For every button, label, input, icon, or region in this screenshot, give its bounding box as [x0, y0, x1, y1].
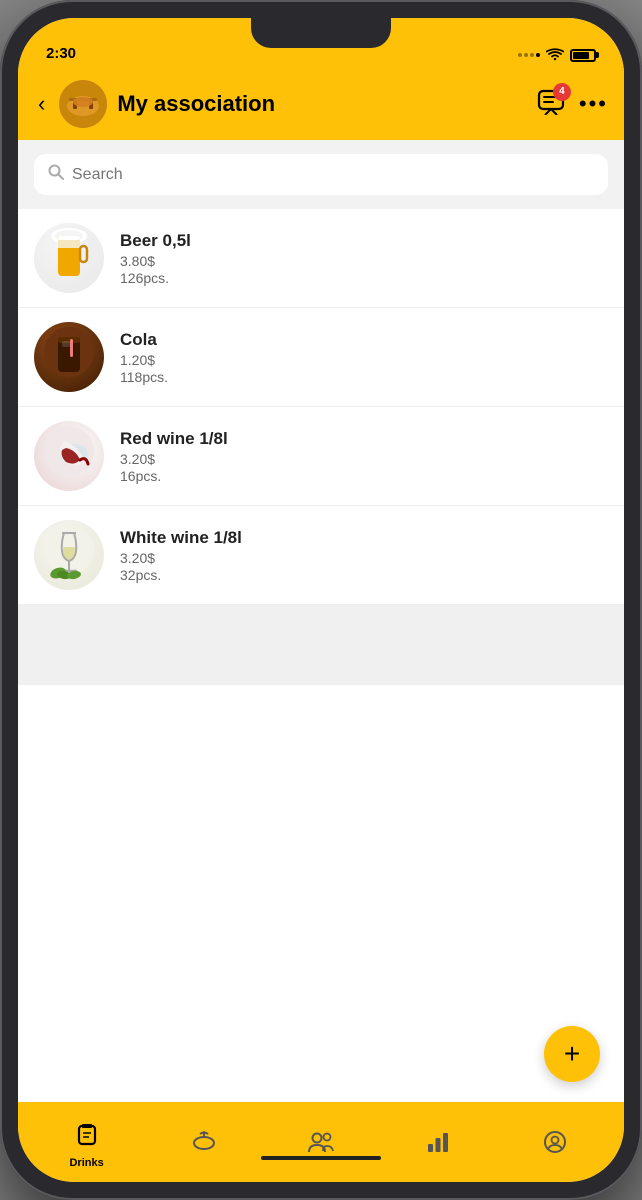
item-info-beer: Beer 0,5l 3.80$ 126pcs. [120, 231, 608, 286]
list-item[interactable]: White wine 1/8l 3.20$ 32pcs. [18, 506, 624, 605]
search-container [18, 140, 624, 209]
avatar-image [59, 80, 107, 128]
status-time: 2:30 [46, 45, 76, 62]
status-icons [518, 48, 596, 62]
phone-frame: 2:30 [0, 0, 642, 1200]
item-price: 1.20$ [120, 352, 608, 368]
nav-item-food[interactable]: Food [145, 1123, 262, 1161]
item-image-redwine [34, 421, 104, 491]
item-info-redwine: Red wine 1/8l 3.20$ 16pcs. [120, 429, 608, 484]
item-name: Cola [120, 330, 608, 350]
items-list: Beer 0,5l 3.80$ 126pcs. C [18, 209, 624, 1102]
avatar [59, 80, 107, 128]
list-item[interactable]: Cola 1.20$ 118pcs. [18, 308, 624, 407]
page-title: My association [117, 91, 527, 117]
notification-button[interactable]: 4 [537, 89, 565, 120]
header-actions: 4 ••• [537, 89, 608, 120]
bottom-nav: Drinks Food [18, 1102, 624, 1182]
add-button[interactable]: + [544, 1026, 600, 1082]
list-spacer [18, 605, 624, 685]
item-image-whitewine [34, 520, 104, 590]
redwine-graphic [44, 426, 94, 486]
nav-item-stats[interactable] [380, 1124, 497, 1160]
item-stock: 32pcs. [120, 567, 608, 583]
item-info-cola: Cola 1.20$ 118pcs. [120, 330, 608, 385]
item-name: Beer 0,5l [120, 231, 608, 251]
notch [251, 18, 391, 48]
home-indicator [261, 1156, 381, 1160]
account-icon [543, 1130, 567, 1160]
item-price: 3.20$ [120, 451, 608, 467]
item-stock: 16pcs. [120, 468, 608, 484]
back-button[interactable]: ‹ [34, 87, 49, 121]
item-price: 3.80$ [120, 253, 608, 269]
wifi-icon [546, 48, 564, 62]
item-stock: 118pcs. [120, 369, 608, 385]
list-item[interactable]: Red wine 1/8l 3.20$ 16pcs. [18, 407, 624, 506]
item-info-whitewine: White wine 1/8l 3.20$ 32pcs. [120, 528, 608, 583]
list-item[interactable]: Beer 0,5l 3.80$ 126pcs. [18, 209, 624, 308]
nav-label-drinks: Drinks [69, 1157, 103, 1169]
phone-screen: 2:30 [18, 18, 624, 1182]
search-input[interactable] [72, 166, 594, 184]
item-stock: 126pcs. [120, 270, 608, 286]
item-image-beer [34, 223, 104, 293]
nav-item-account[interactable] [497, 1124, 614, 1160]
more-button[interactable]: ••• [579, 91, 608, 117]
notification-badge: 4 [553, 83, 571, 101]
app-header: ‹ My association [18, 68, 624, 140]
whitewine-graphic [44, 525, 94, 585]
item-image-cola [34, 322, 104, 392]
signal-icon [518, 53, 540, 57]
avatar-graphic [59, 80, 107, 128]
search-icon [48, 164, 64, 185]
item-name: White wine 1/8l [120, 528, 608, 548]
item-name: Red wine 1/8l [120, 429, 608, 449]
stats-icon [426, 1130, 450, 1160]
food-icon [192, 1129, 216, 1161]
battery-icon [570, 49, 596, 62]
nav-item-members[interactable] [262, 1124, 379, 1160]
drinks-icon [75, 1122, 99, 1154]
search-box [34, 154, 608, 195]
item-price: 3.20$ [120, 550, 608, 566]
cola-graphic [44, 327, 94, 387]
nav-item-drinks[interactable]: Drinks [28, 1116, 145, 1169]
beer-graphic [44, 228, 94, 288]
